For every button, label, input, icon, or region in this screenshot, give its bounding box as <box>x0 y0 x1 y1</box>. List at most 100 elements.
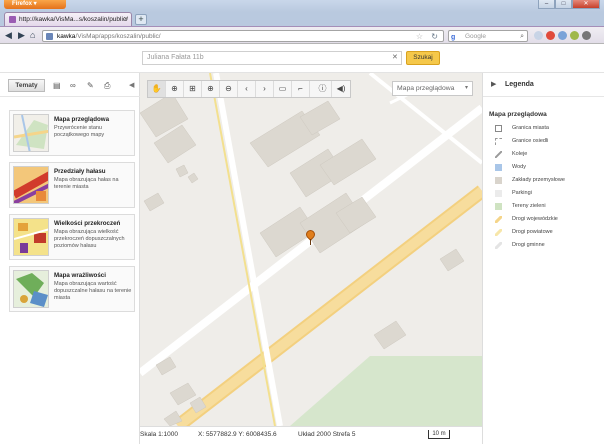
zoom-extent-icon[interactable]: ⊞ <box>184 81 202 97</box>
chevron-down-icon: ▾ <box>464 85 468 91</box>
print-icon[interactable]: ⎙ <box>104 81 110 90</box>
binoculars-icon[interactable]: ∞ <box>70 81 76 90</box>
parking-swatch-icon <box>495 190 502 197</box>
app-header: Juliana Fałata 11b ✕ Szukaj <box>0 44 604 73</box>
crs-text: Układ 2000 Strefa 5 <box>298 431 356 438</box>
toolbar-addon-icons <box>534 31 591 40</box>
zoom-in-icon[interactable]: ⊕ <box>202 81 220 97</box>
tab-favicon-icon <box>9 16 16 23</box>
legend-label: Granice osiedli <box>512 138 549 144</box>
thumbnail-sensitivity <box>13 270 49 308</box>
water-swatch-icon <box>495 164 502 171</box>
county-road-icon <box>495 229 502 236</box>
clear-input-icon[interactable]: ✕ <box>392 53 398 61</box>
back-view-icon[interactable]: ‹ <box>238 81 256 97</box>
expand-legend-icon[interactable]: ▶ <box>491 80 496 88</box>
card-title: Mapa przeglądowa <box>54 116 110 123</box>
sound-icon[interactable]: ◀) <box>332 81 350 97</box>
pen-icon[interactable]: ✎ <box>87 81 94 90</box>
close-window-icon[interactable]: ✕ <box>572 0 600 9</box>
map-view[interactable]: ✋ ⊕ ⊞ ⊕ ⊖ ‹ › ▭ ⌐ ⓘ ◀) Mapa przeglądowa … <box>140 73 482 426</box>
legend-label: Drogi wojewódzkie <box>512 216 558 222</box>
search-engine-placeholder: Google <box>465 33 486 40</box>
vismap-app: Juliana Fałata 11b ✕ Szukaj Tematy ▤ ∞ ✎… <box>0 44 604 444</box>
layer-select-value: Mapa przeglądowa <box>397 85 455 92</box>
address-search-input[interactable]: Juliana Fałata 11b <box>142 51 402 65</box>
card-title: Przedziały hałasu <box>54 168 106 175</box>
theme-card-noise-ranges[interactable]: Przedziały hałasu Mapa obrazująca hałas … <box>9 162 135 208</box>
firefox-menu-button[interactable]: Firefox ▾ <box>4 0 66 9</box>
coordinates-text: X: 5577882.9 Y: 6008435.6 <box>198 431 277 438</box>
theme-card-exceedances[interactable]: Wielkości przekroczeń Mapa obrazująca wi… <box>9 214 135 260</box>
scalebar: 10 m <box>428 430 450 439</box>
google-icon: g <box>451 34 456 41</box>
map-toolbar: ✋ ⊕ ⊞ ⊕ ⊖ ‹ › ▭ ⌐ ⓘ ◀) <box>147 80 351 98</box>
maximize-icon[interactable]: □ <box>555 0 572 9</box>
theme-card-overview[interactable]: Mapa przeglądowa Przywrócenie stanu pocz… <box>9 110 135 156</box>
layer-select[interactable]: Mapa przeglądowa ▾ <box>392 81 473 96</box>
browser-tab[interactable]: http://kawka/VisMa...s/koszalin/public/ … <box>4 12 132 26</box>
navigation-bar: ◀ ▶ ⌂ kawka/VisMap/apps/koszalin/public/… <box>0 26 604 44</box>
legend-label: Zakłady przemysłowe <box>512 177 565 183</box>
collapse-left-icon[interactable]: ◀ <box>129 81 134 89</box>
layers-icon[interactable]: ▤ <box>53 81 61 90</box>
window-controls: – □ ✕ <box>538 0 600 9</box>
card-description: Mapa obrazująca wielkość przekroczeń dop… <box>54 229 125 249</box>
left-panel-toolbar: Tematy ▤ ∞ ✎ ⎙ ◀ <box>0 73 140 97</box>
status-bar: Skala 1:1000 X: 5577882.9 Y: 6008435.6 U… <box>140 426 482 444</box>
info-icon[interactable]: ⓘ <box>314 81 332 97</box>
measure-line-icon[interactable]: ▭ <box>274 81 292 97</box>
measure-area-icon[interactable]: ⌐ <box>292 81 310 97</box>
addon-icon[interactable] <box>534 31 543 40</box>
tab-close-icon[interactable]: × <box>124 13 128 26</box>
pin-stem <box>310 239 311 245</box>
left-panel: Tematy ▤ ∞ ✎ ⎙ ◀ Mapa przeglądowa Przywr… <box>0 73 140 444</box>
addon-icon[interactable] <box>570 31 579 40</box>
url-bar[interactable]: kawka/VisMap/apps/koszalin/public/ ☆ ↻ <box>42 30 444 42</box>
scale-text: Skala 1:1000 <box>140 431 178 438</box>
minimize-icon[interactable]: – <box>538 0 555 9</box>
tab-tematy[interactable]: Tematy <box>8 79 45 92</box>
thumbnail-noise-ranges <box>13 166 49 204</box>
addon-icon[interactable] <box>558 31 567 40</box>
legend-header[interactable]: ▶ Legenda <box>483 73 604 97</box>
card-title: Mapa wrażliwości <box>54 272 106 279</box>
search-engine-box[interactable]: g Google ⌕ <box>448 30 528 42</box>
home-icon[interactable]: ⌂ <box>30 30 35 41</box>
legend-label: Drogi powiatowe <box>512 229 553 235</box>
legend-label: Drogi gminne <box>512 242 545 248</box>
thumbnail-overview <box>13 114 49 152</box>
forward-view-icon[interactable]: › <box>256 81 274 97</box>
tab-title: http://kawka/VisMa...s/koszalin/public/ <box>19 16 128 23</box>
industry-swatch-icon <box>495 177 502 184</box>
card-title: Wielkości przekroczeń <box>54 220 121 227</box>
district-boundary-icon <box>495 138 502 145</box>
theme-card-sensitivity[interactable]: Mapa wrażliwości Mapa obrazująca wartość… <box>9 266 135 312</box>
hand-icon[interactable]: ✋ <box>148 81 166 97</box>
legend-label: Koleje <box>512 151 528 157</box>
abp-icon[interactable] <box>546 31 555 40</box>
search-button[interactable]: Szukaj <box>406 51 440 65</box>
bookmark-star-icon[interactable]: ☆ <box>416 31 423 42</box>
url-domain: kawka <box>57 33 76 40</box>
url-path: /VisMap/apps/koszalin/public/ <box>75 33 161 40</box>
reload-icon[interactable]: ↻ <box>431 31 438 42</box>
map-canvas[interactable] <box>140 73 482 426</box>
forward-icon[interactable]: ▶ <box>18 30 25 41</box>
legend-subtitle: Mapa przeglądowa <box>489 111 547 118</box>
legend-title: Legenda <box>505 81 534 88</box>
boundary-swatch-icon <box>495 125 502 132</box>
thumbnail-exceedances <box>13 218 49 256</box>
new-tab-button[interactable]: + <box>135 14 147 25</box>
zoom-box-icon[interactable]: ⊕ <box>166 81 184 97</box>
addon-icon[interactable] <box>582 31 591 40</box>
card-description: Mapa obrazująca wartość dopuszczalne hał… <box>54 281 132 301</box>
legend-label: Granica miasta <box>512 125 549 131</box>
search-icon[interactable]: ⌕ <box>520 31 524 42</box>
legend-label: Parkingi <box>512 190 532 196</box>
back-icon[interactable]: ◀ <box>5 30 12 41</box>
railway-icon <box>495 151 502 158</box>
zoom-out-icon[interactable]: ⊖ <box>220 81 238 97</box>
legend-label: Wody <box>512 164 526 170</box>
legend-panel: ▶ Legenda Mapa przeglądowa Granica miast… <box>482 73 604 444</box>
